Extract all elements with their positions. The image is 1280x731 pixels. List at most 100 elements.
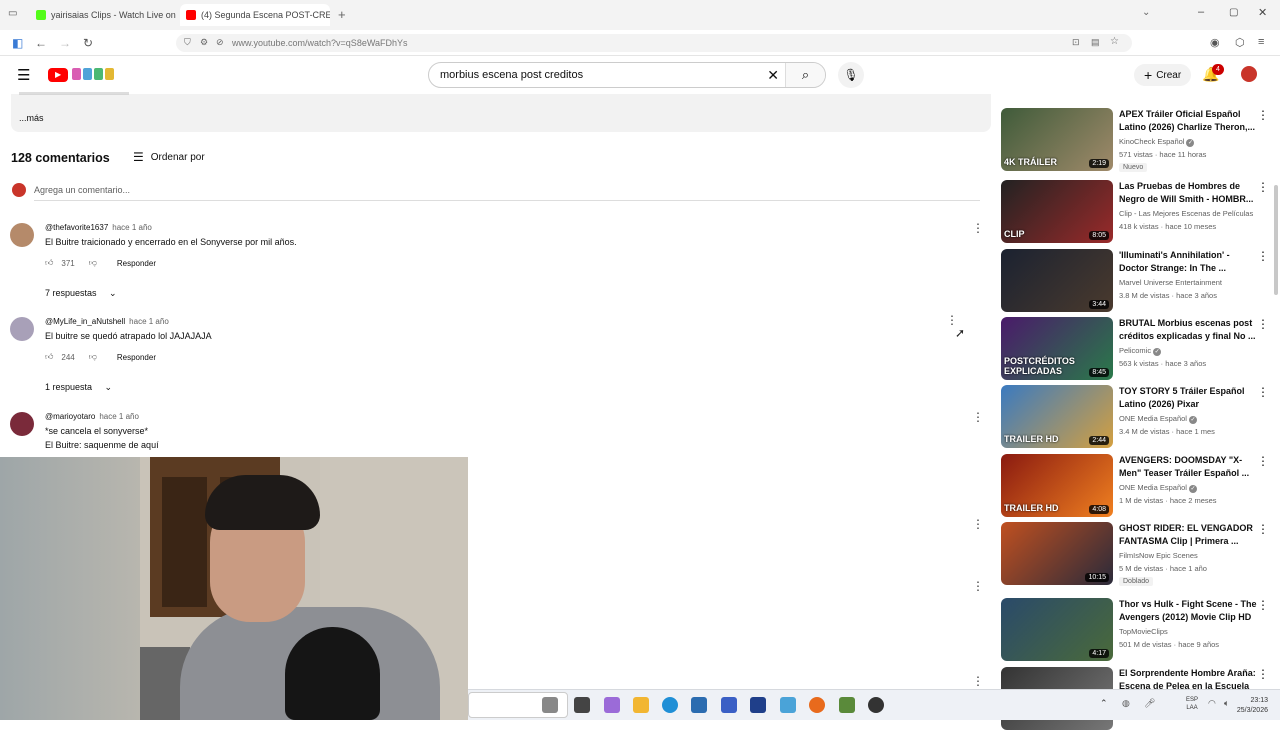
comment-more-icon[interactable]: ⋮: [972, 410, 984, 424]
dislike-icon[interactable]: 👎︎: [89, 352, 97, 362]
video-thumbnail[interactable]: POSTCRÉDITOS EXPLICADAS 8:45: [1001, 317, 1113, 380]
video-thumbnail[interactable]: CLIP 8:05: [1001, 180, 1113, 243]
page-scrollbar-thumb[interactable]: [1274, 185, 1278, 295]
new-tab-icon[interactable]: +: [338, 7, 346, 22]
store-icon[interactable]: [691, 697, 707, 713]
video-more-icon[interactable]: ⋮: [1257, 317, 1269, 331]
like-icon[interactable]: 👍︎: [45, 352, 53, 362]
video-title[interactable]: GHOST RIDER: EL VENGADOR FANTASMA Clip |…: [1119, 522, 1257, 547]
sidebar-toggle-icon[interactable]: ◧: [12, 36, 23, 50]
commenter-avatar[interactable]: [10, 412, 34, 436]
video-title[interactable]: APEX Tráiler Oficial Español Latino (202…: [1119, 108, 1257, 133]
close-window-icon[interactable]: ✕: [1258, 6, 1267, 19]
video-more-icon[interactable]: ⋮: [1257, 667, 1269, 681]
add-comment-input[interactable]: Agrega un comentario...: [34, 185, 980, 201]
comment-handle[interactable]: @thefavorite1637: [45, 223, 108, 232]
back-icon[interactable]: ←: [35, 36, 47, 50]
tray-chevron-icon[interactable]: ⌃: [1100, 698, 1108, 709]
comment-more-icon[interactable]: ⋮: [972, 674, 984, 688]
youtube-logo-icon[interactable]: ▶: [48, 68, 68, 82]
video-more-icon[interactable]: ⋮: [1257, 522, 1269, 536]
video-channel[interactable]: FilmIsNow Epic Scenes: [1119, 551, 1259, 560]
view-replies-button[interactable]: 1 respuesta ⌄: [45, 382, 112, 393]
recommended-video[interactable]: 3:44 'Illuminati's Annihilation' - Doctor…: [1001, 249, 1271, 313]
view-replies-button[interactable]: 7 respuestas ⌄: [45, 288, 117, 299]
video-title[interactable]: TOY STORY 5 Tráiler Español Latino (2026…: [1119, 385, 1257, 410]
video-channel[interactable]: ONE Media Español ✓: [1119, 483, 1259, 493]
user-avatar[interactable]: [1241, 66, 1257, 82]
obs-icon[interactable]: [868, 697, 884, 713]
video-more-icon[interactable]: ⋮: [1257, 180, 1269, 194]
browser-tab-youtube[interactable]: (4) Segunda Escena POST-CRED ✕: [180, 4, 330, 26]
video-thumbnail[interactable]: TRAILER HD 4:08: [1001, 454, 1113, 517]
comment-more-icon[interactable]: ⋮: [972, 579, 984, 593]
system-clock[interactable]: 23:13 25/3/2026: [1237, 696, 1268, 716]
file-explorer-icon[interactable]: [633, 697, 649, 713]
video-title[interactable]: 'Illuminati's Annihilation' - Doctor Str…: [1119, 249, 1257, 274]
outlook-icon[interactable]: [780, 697, 796, 713]
browser-tab-kick[interactable]: yairisaias Clips - Watch Live on ✕: [30, 4, 178, 26]
reader-icon[interactable]: ▤: [1091, 37, 1100, 48]
comment-more-icon[interactable]: ⋮: [972, 221, 984, 235]
video-channel[interactable]: Marvel Universe Entertainment: [1119, 278, 1259, 287]
dislike-icon[interactable]: 👎︎: [89, 258, 97, 268]
tray-mic-icon[interactable]: 🎤︎: [1144, 698, 1155, 709]
sort-comments-button[interactable]: ☰ Ordenar por: [133, 150, 205, 164]
recommended-video[interactable]: 4K TRÁILER 2:19 APEX Tráiler Oficial Españ…: [1001, 108, 1271, 172]
video-thumbnail[interactable]: 4:17: [1001, 598, 1113, 661]
bookmark-star-icon[interactable]: ☆: [1110, 36, 1119, 47]
tab-list-chevron-icon[interactable]: ⌄: [1142, 7, 1150, 18]
video-title[interactable]: BRUTAL Morbius escenas post créditos exp…: [1119, 317, 1257, 342]
copilot-icon[interactable]: [604, 697, 620, 713]
comment-handle[interactable]: @marioyotaro: [45, 412, 95, 421]
comment-handle[interactable]: @MyLife_in_aNutshell: [45, 317, 125, 326]
youtube-doodle-logo[interactable]: [72, 67, 116, 82]
reload-icon[interactable]: ↻: [83, 36, 93, 50]
minecraft-icon[interactable]: [839, 697, 855, 713]
video-channel[interactable]: Pelicomic ✓: [1119, 346, 1259, 356]
extensions-icon[interactable]: ⬡: [1235, 36, 1245, 49]
create-button[interactable]: + Crear: [1134, 64, 1192, 86]
video-more-icon[interactable]: ⋮: [1257, 108, 1269, 122]
recommended-video[interactable]: POSTCRÉDITOS EXPLICADAS 8:45 BRUTAL Morbiu…: [1001, 317, 1271, 381]
description-more-link[interactable]: ...más: [19, 113, 44, 123]
forward-icon[interactable]: →: [59, 36, 71, 50]
video-channel[interactable]: TopMovieClips: [1119, 627, 1259, 636]
tray-app-icon[interactable]: ◍: [1122, 698, 1130, 709]
volume-icon[interactable]: 🔈︎: [1224, 698, 1229, 709]
video-channel[interactable]: ONE Media Español ✓: [1119, 414, 1259, 424]
app-b-icon[interactable]: [750, 697, 766, 713]
menu-icon[interactable]: ≡: [1258, 36, 1264, 48]
video-more-icon[interactable]: ⋮: [1257, 385, 1269, 399]
video-more-icon[interactable]: ⋮: [1257, 454, 1269, 468]
video-thumbnail[interactable]: 10:15: [1001, 522, 1113, 585]
video-title[interactable]: Thor vs Hulk - Fight Scene - The Avenger…: [1119, 598, 1257, 623]
video-description[interactable]: ...más: [11, 92, 991, 132]
video-title[interactable]: AVENGERS: DOOMSDAY "X-Men" Teaser Tráile…: [1119, 454, 1257, 479]
clear-search-icon[interactable]: ✕: [767, 67, 779, 84]
like-icon[interactable]: 👍︎: [45, 258, 53, 268]
recommended-video[interactable]: TRAILER HD 2:44 TOY STORY 5 Tráiler Españo…: [1001, 385, 1271, 449]
comment-more-icon[interactable]: ⋮: [972, 517, 984, 531]
recommended-video[interactable]: TRAILER HD 4:08 AVENGERS: DOOMSDAY "X-Men"…: [1001, 454, 1271, 518]
hamburger-menu-icon[interactable]: ☰: [17, 66, 30, 84]
comment-more-icon[interactable]: ⋮: [946, 313, 958, 327]
recommended-video[interactable]: CLIP 8:05 Las Pruebas de Hombres de Negro …: [1001, 180, 1271, 244]
wifi-icon[interactable]: ◠: [1208, 698, 1216, 709]
search-button[interactable]: ⌕: [785, 63, 825, 87]
recommended-video[interactable]: 4:17 Thor vs Hulk - Fight Scene - The Ave…: [1001, 598, 1271, 662]
video-more-icon[interactable]: ⋮: [1257, 249, 1269, 263]
site-settings-icon[interactable]: ⚙: [200, 37, 208, 48]
video-channel[interactable]: Clip - Las Mejores Escenas de Películas: [1119, 209, 1259, 218]
taskbar-widget-icon[interactable]: [542, 697, 558, 713]
video-title[interactable]: Las Pruebas de Hombres de Negro de Will …: [1119, 180, 1257, 205]
video-thumbnail[interactable]: 3:44: [1001, 249, 1113, 312]
video-channel[interactable]: KinoCheck Español ✓: [1119, 137, 1259, 147]
search-input[interactable]: morbius escena post creditos ✕ ⌕: [428, 62, 826, 88]
reply-button[interactable]: Responder: [117, 353, 156, 362]
maximize-icon[interactable]: ▢: [1229, 7, 1238, 18]
voice-search-button[interactable]: 🎙: [838, 62, 864, 88]
dropbox-icon[interactable]: [721, 697, 737, 713]
edge-icon[interactable]: [662, 697, 678, 713]
input-language-indicator[interactable]: ESP LAA: [1186, 696, 1198, 712]
